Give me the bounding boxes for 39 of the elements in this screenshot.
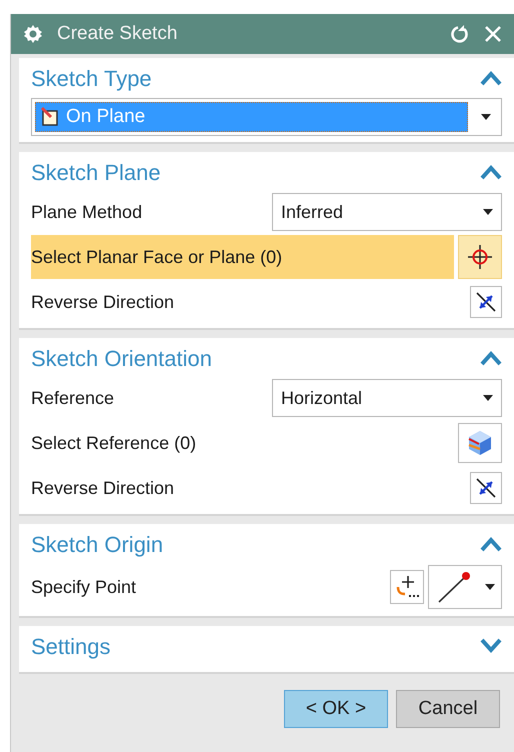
- dialog-button[interactable]: Cancel: [396, 690, 500, 728]
- collapse-chevron-icon[interactable]: [480, 350, 502, 366]
- option-dropdown[interactable]: Inferred: [272, 193, 502, 231]
- select-object-button[interactable]: [458, 235, 502, 279]
- caret-icon: [485, 584, 495, 590]
- row-label: Reference: [31, 386, 116, 410]
- section-title: Sketch Origin: [31, 530, 164, 559]
- row-label: Reverse Direction: [31, 476, 176, 500]
- row-label: Specify Point: [31, 576, 138, 599]
- collapse-chevron-icon[interactable]: [480, 70, 502, 86]
- section-title: Sketch Orientation: [31, 344, 212, 372]
- close-icon[interactable]: [484, 25, 502, 43]
- caret-icon: [481, 114, 491, 120]
- reverse-direction-button[interactable]: [470, 286, 502, 318]
- reverse-arrows-icon: [474, 290, 498, 314]
- section-title: Sketch Plane: [31, 158, 161, 186]
- dropdown-value: On Plane: [66, 104, 146, 129]
- point-dialog-icon: [394, 574, 420, 600]
- caret-icon: [483, 209, 493, 215]
- section-title: Sketch Type: [31, 64, 152, 93]
- dialog-button[interactable]: < OK >: [284, 690, 388, 728]
- collapse-chevron-icon[interactable]: [480, 536, 502, 552]
- caret-icon: [483, 395, 493, 401]
- collapse-chevron-icon[interactable]: [480, 164, 502, 180]
- settings-icon[interactable]: [23, 24, 43, 44]
- point-type-dropdown[interactable]: [428, 565, 502, 609]
- reverse-direction-button[interactable]: [470, 472, 502, 504]
- window-title: Create Sketch: [57, 22, 178, 46]
- row-label: Reverse Direction: [31, 290, 176, 314]
- option-dropdown[interactable]: Horizontal: [272, 379, 502, 417]
- reverse-arrows-icon: [474, 476, 498, 500]
- row-label: Plane Method: [31, 200, 144, 224]
- selection-label[interactable]: Select Planar Face or Plane (0): [31, 235, 454, 279]
- expand-chevron-icon[interactable]: [480, 638, 502, 654]
- reset-icon[interactable]: [450, 24, 470, 44]
- point-dialog-button[interactable]: [390, 570, 424, 604]
- section-title: Settings: [31, 632, 110, 661]
- selection-label[interactable]: Select Reference (0): [31, 421, 454, 465]
- crosshair-icon: [467, 244, 493, 270]
